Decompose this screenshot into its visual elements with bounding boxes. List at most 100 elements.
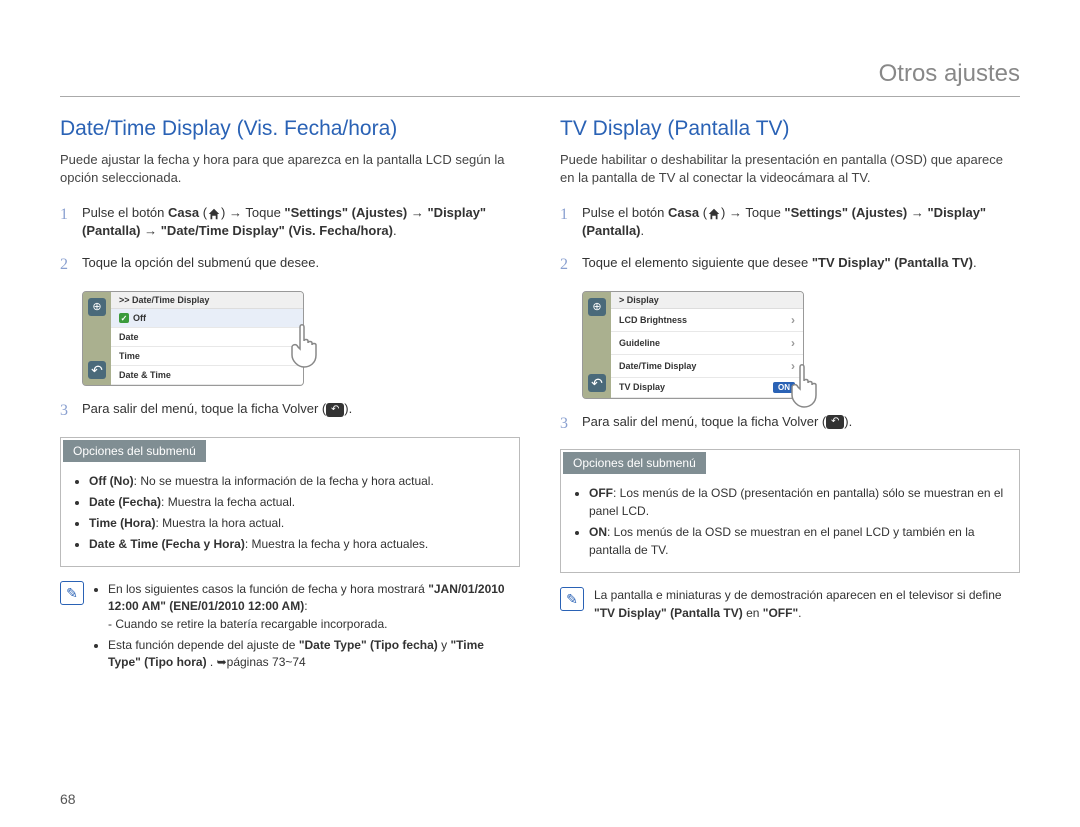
text: Para salir del menú, toque la ficha Volv… — [582, 414, 826, 429]
steps-list-left: 1 Pulse el botón Casa () → Toque "Settin… — [60, 204, 520, 277]
return-icon: ↶ — [326, 403, 344, 417]
step-text: Para salir del menú, toque la ficha Volv… — [582, 413, 1020, 435]
text: Pulse el botón — [82, 205, 168, 220]
subopt-item: Date (Fecha): Muestra la fecha actual. — [89, 493, 505, 511]
touch-hand-icon — [280, 319, 330, 369]
lcd-row: TV DisplayON — [611, 378, 803, 398]
bold: Date & Time (Fecha y Hora) — [89, 537, 245, 551]
bold: "TV Display" (Pantalla TV) — [594, 606, 743, 620]
lcd-frame: ⊕ ↶ >> Date/Time Display ✓Off Date Time … — [82, 291, 304, 387]
lcd-row-label: Guideline — [619, 338, 660, 348]
text: : Muestra la fecha actual. — [161, 495, 295, 509]
text: : Los menús de la OSD (presentación en p… — [589, 486, 1003, 518]
text: : Muestra la hora actual. — [155, 516, 284, 530]
subopt-item: Date & Time (Fecha y Hora): Muestra la f… — [89, 535, 505, 553]
step-text: Pulse el botón Casa () → Toque "Settings… — [82, 204, 520, 240]
right-column: TV Display (Pantalla TV) Puede habilitar… — [560, 117, 1020, 676]
intro-text-left: Puede ajustar la fecha y hora para que a… — [60, 151, 520, 186]
submenu-options-body: Off (No): No se muestra la información d… — [61, 464, 519, 566]
text: : No se muestra la información de la fec… — [134, 474, 434, 488]
note-icon: ✎ — [560, 587, 584, 611]
lcd-sidebar: ⊕ ↶ — [583, 292, 611, 398]
text: . — [798, 606, 801, 620]
step-number: 1 — [560, 204, 582, 240]
subopt-item: Time (Hora): Muestra la hora actual. — [89, 514, 505, 532]
two-column-layout: Date/Time Display (Vis. Fecha/hora) Pued… — [60, 117, 1020, 676]
lcd-row-label: Off — [133, 313, 146, 323]
lcd-screenshot-right: ⊕ ↶ > Display LCD Brightness › Guideline ›… — [582, 291, 812, 399]
lcd-header: > Display — [611, 292, 803, 309]
home-icon — [707, 207, 721, 221]
note-box: ✎ La pantalla e miniaturas y de demostra… — [560, 587, 1020, 622]
text: → — [911, 205, 928, 220]
check-icon: ✓ — [119, 313, 129, 323]
text: Esta función depende del ajuste de — [108, 638, 299, 652]
submenu-options-body: OFF: Los menús de la OSD (presentación e… — [561, 476, 1019, 572]
text: : — [304, 599, 307, 613]
text: Pulse el botón — [582, 205, 668, 220]
step-number: 3 — [60, 400, 82, 422]
submenu-options-header: Opciones del submenú — [63, 440, 206, 462]
step-text: Toque el elemento siguiente que desee "T… — [582, 254, 1020, 276]
text: ). — [844, 414, 852, 429]
intro-text-right: Puede habilitar o deshabilitar la presen… — [560, 151, 1020, 186]
submenu-options-box: Opciones del submenú Off (No): No se mue… — [60, 437, 520, 567]
bold: OFF — [589, 486, 613, 500]
submenu-options-header: Opciones del submenú — [563, 452, 706, 474]
text: : Los menús de la OSD se muestran en el … — [589, 525, 975, 557]
lcd-row: Date & Time — [111, 366, 303, 385]
lcd-main: >> Date/Time Display ✓Off Date Time Date… — [111, 292, 303, 386]
subopt-item: Off (No): No se muestra la información d… — [89, 472, 505, 490]
back-icon: ↶ — [88, 361, 106, 379]
steps-list-right-cont: 3 Para salir del menú, toque la ficha Vo… — [560, 413, 1020, 435]
touch-hand-icon — [780, 359, 830, 409]
text: En los siguientes casos la función de fe… — [108, 582, 428, 596]
bold: ON — [589, 525, 607, 539]
steps-list-left-cont: 3 Para salir del menú, toque la ficha Vo… — [60, 400, 520, 422]
globe-icon: ⊕ — [588, 298, 606, 316]
note-item: En los siguientes casos la función de fe… — [108, 581, 520, 633]
lcd-header: >> Date/Time Display — [111, 292, 303, 309]
page-number: 68 — [60, 791, 76, 807]
lcd-row: LCD Brightness › — [611, 309, 803, 332]
subopt-item: ON: Los menús de la OSD se muestran en e… — [589, 523, 1005, 559]
text: → Toque — [229, 205, 284, 220]
casa-bold: Casa — [168, 205, 199, 220]
text: . — [641, 223, 645, 238]
text: . — [973, 255, 977, 270]
lcd-row: Date/Time Display› — [611, 355, 803, 378]
lcd-row: Date — [111, 328, 303, 347]
bold: "OFF" — [763, 606, 798, 620]
submenu-options-box: Opciones del submenú OFF: Los menús de l… — [560, 449, 1020, 573]
step-1: 1 Pulse el botón Casa () → Toque "Settin… — [560, 204, 1020, 240]
home-icon — [207, 207, 221, 221]
note-icon: ✎ — [60, 581, 84, 605]
lcd-row-label: Date/Time Display — [619, 361, 696, 371]
lcd-screenshot-left: ⊕ ↶ >> Date/Time Display ✓Off Date Time … — [82, 291, 312, 387]
step-1: 1 Pulse el botón Casa () → Toque "Settin… — [60, 204, 520, 240]
bold: Time (Hora) — [89, 516, 155, 530]
note-body: La pantalla e miniaturas y de demostraci… — [594, 587, 1020, 622]
text: . — [393, 223, 397, 238]
chevron-right-icon: › — [791, 313, 795, 327]
text: ). — [344, 401, 352, 416]
subsection-title-left: Date/Time Display (Vis. Fecha/hora) — [60, 117, 520, 141]
step-text: Toque la opción del submenú que desee. — [82, 254, 520, 276]
bold: Off (No) — [89, 474, 134, 488]
return-icon: ↶ — [826, 415, 844, 429]
step-3: 3 Para salir del menú, toque la ficha Vo… — [560, 413, 1020, 435]
chevron-right-icon: › — [791, 336, 795, 350]
lcd-row-label: LCD Brightness — [619, 315, 687, 325]
step-number: 3 — [560, 413, 582, 435]
steps-list-right: 1 Pulse el botón Casa () → Toque "Settin… — [560, 204, 1020, 277]
step-2: 2 Toque la opción del submenú que desee. — [60, 254, 520, 276]
manual-page: Otros ajustes Date/Time Display (Vis. Fe… — [0, 0, 1080, 827]
step-2: 2 Toque el elemento siguiente que desee … — [560, 254, 1020, 276]
bold: "Settings" (Ajustes) — [284, 205, 407, 220]
step-number: 1 — [60, 204, 82, 240]
bold: "Settings" (Ajustes) — [784, 205, 907, 220]
lcd-row-off: ✓ Off — [111, 309, 303, 329]
back-icon: ↶ — [588, 374, 606, 392]
bold: Casa — [668, 205, 699, 220]
text: La pantalla e miniaturas y de demostraci… — [594, 588, 1002, 602]
